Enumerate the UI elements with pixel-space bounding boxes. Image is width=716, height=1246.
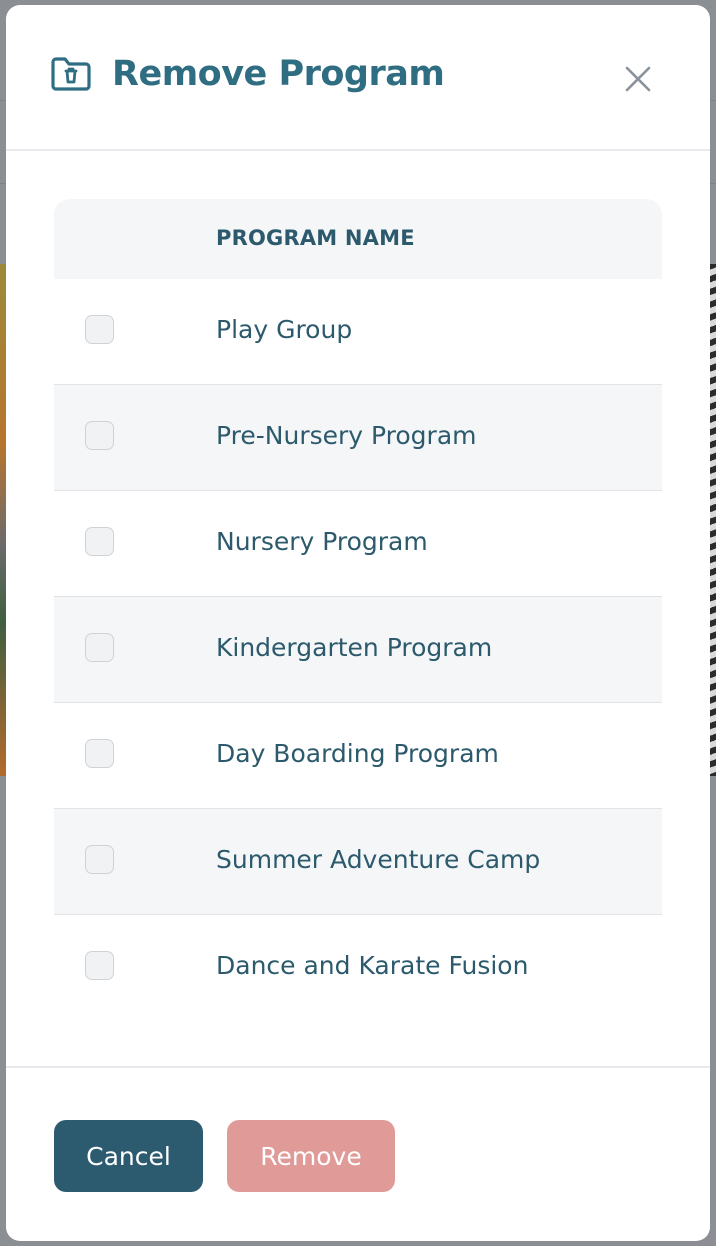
table-row: Pre-Nursery Program [54, 385, 662, 491]
modal-footer: Cancel Remove [6, 1066, 710, 1241]
table-row: Day Boarding Program [54, 703, 662, 809]
table-row: Nursery Program [54, 491, 662, 597]
table-row: Summer Adventure Camp [54, 809, 662, 915]
program-name: Summer Adventure Camp [216, 845, 541, 874]
column-header-program-name: PROGRAM NAME [216, 226, 415, 250]
folder-trash-icon [50, 56, 92, 92]
remove-button[interactable]: Remove [227, 1120, 395, 1192]
row-checkbox[interactable] [85, 951, 114, 980]
table-row: Play Group [54, 279, 662, 385]
program-name: Day Boarding Program [216, 739, 499, 768]
row-checkbox[interactable] [85, 421, 114, 450]
table-row: Kindergarten Program [54, 597, 662, 703]
program-name: Play Group [216, 315, 353, 344]
modal-title: Remove Program [112, 54, 445, 94]
row-checkbox[interactable] [85, 315, 114, 344]
table-header: PROGRAM NAME [54, 199, 662, 279]
row-checkbox[interactable] [85, 739, 114, 768]
close-icon[interactable] [620, 61, 656, 97]
row-checkbox[interactable] [85, 845, 114, 874]
program-name: Dance and Karate Fusion [216, 951, 529, 980]
cancel-button[interactable]: Cancel [54, 1120, 203, 1192]
remove-program-modal: Remove Program PROGRAM NAME Play Group P… [6, 5, 710, 1241]
program-name: Kindergarten Program [216, 633, 493, 662]
table-row: Dance and Karate Fusion [54, 915, 662, 1020]
row-checkbox[interactable] [85, 527, 114, 556]
modal-header: Remove Program [6, 5, 710, 151]
program-name: Nursery Program [216, 527, 428, 556]
programs-table: PROGRAM NAME Play Group Pre-Nursery Prog… [54, 199, 662, 1020]
program-name: Pre-Nursery Program [216, 421, 477, 450]
row-checkbox[interactable] [85, 633, 114, 662]
